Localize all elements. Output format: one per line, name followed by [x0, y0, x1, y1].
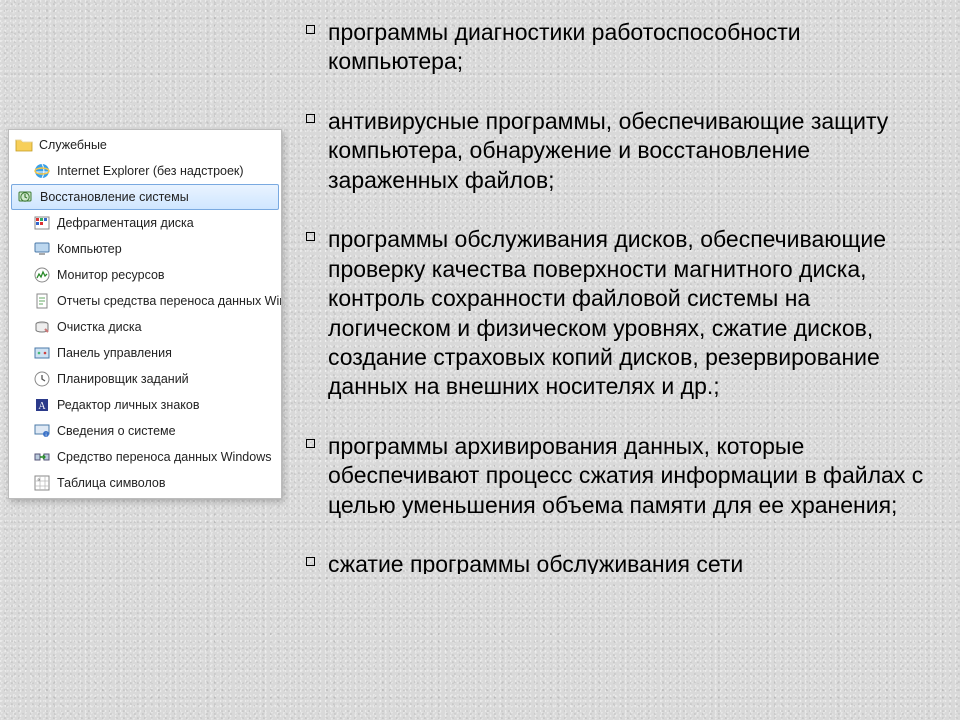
- menu-item-label: Компьютер: [57, 242, 122, 256]
- svg-text:A: A: [38, 401, 46, 412]
- resmon-icon: [33, 266, 51, 284]
- bullet-item: сжатие программы обслуживания сети: [300, 550, 936, 574]
- ie-icon: [33, 162, 51, 180]
- menu-item-restore[interactable]: Восстановление системы: [11, 184, 279, 210]
- menu-item-label: Отчеты средства переноса данных Wind: [57, 294, 281, 308]
- menu-item-label: Сведения о системе: [57, 424, 176, 438]
- restore-icon: [16, 188, 34, 206]
- menu-item-label: Дефрагментация диска: [57, 216, 194, 230]
- menu-item-cpl[interactable]: Панель управления: [9, 340, 281, 366]
- menu-item-label: Панель управления: [57, 346, 172, 360]
- cleanup-icon: [33, 318, 51, 336]
- menu-item-label: Internet Explorer (без надстроек): [57, 164, 244, 178]
- system-tools-menu: Служебные Internet Explorer (без надстро…: [8, 129, 282, 499]
- menu-item-computer[interactable]: Компьютер: [9, 236, 281, 262]
- bullet-text: антивирусные программы, обеспечивающие з…: [328, 108, 888, 193]
- menu-item-ie[interactable]: Internet Explorer (без надстроек): [9, 158, 281, 184]
- bullet-text: программы диагностики работоспособности …: [328, 19, 801, 74]
- control-panel-icon: [33, 344, 51, 362]
- menu-item-charmap[interactable]: a Таблица символов: [9, 470, 281, 496]
- scheduler-icon: [33, 370, 51, 388]
- menu-item-label: Очистка диска: [57, 320, 142, 334]
- menu-item-sysinfo[interactable]: i Сведения о системе: [9, 418, 281, 444]
- bullet-item: программы обслуживания дисков, обеспечив…: [300, 225, 936, 402]
- menu-item-label: Средство переноса данных Windows: [57, 450, 271, 464]
- menu-item-transfer-report[interactable]: Отчеты средства переноса данных Wind: [9, 288, 281, 314]
- menu-item-label: Монитор ресурсов: [57, 268, 165, 282]
- bullet-item: программы диагностики работоспособности …: [300, 18, 936, 77]
- bullet-text: программы обслуживания дисков, обеспечив…: [328, 226, 886, 399]
- transfer-icon: [33, 448, 51, 466]
- menu-item-scheduler[interactable]: Планировщик заданий: [9, 366, 281, 392]
- menu-item-label: Таблица символов: [57, 476, 166, 490]
- sysinfo-icon: i: [33, 422, 51, 440]
- menu-item-label: Восстановление системы: [40, 190, 189, 204]
- menu-item-resmon[interactable]: Монитор ресурсов: [9, 262, 281, 288]
- folder-icon: [15, 136, 33, 154]
- menu-item-eudc[interactable]: A Редактор личных знаков: [9, 392, 281, 418]
- menu-item-label: Редактор личных знаков: [57, 398, 199, 412]
- charmap-icon: a: [33, 474, 51, 492]
- slide-content: программы диагностики работоспособности …: [300, 18, 936, 720]
- menu-folder-label: Служебные: [39, 138, 107, 152]
- svg-text:i: i: [45, 433, 46, 439]
- bullet-item: программы архивирования данных, которые …: [300, 432, 936, 520]
- menu-item-defrag[interactable]: Дефрагментация диска: [9, 210, 281, 236]
- menu-item-cleanup[interactable]: Очистка диска: [9, 314, 281, 340]
- report-icon: [33, 292, 51, 310]
- menu-item-label: Планировщик заданий: [57, 372, 189, 386]
- defrag-icon: [33, 214, 51, 232]
- bullet-text: программы архивирования данных, которые …: [328, 433, 923, 518]
- menu-item-transfer[interactable]: Средство переноса данных Windows: [9, 444, 281, 470]
- menu-folder[interactable]: Служебные: [9, 132, 281, 158]
- bullet-text: сжатие программы обслуживания сети: [328, 551, 743, 574]
- eudc-icon: A: [33, 396, 51, 414]
- computer-icon: [33, 240, 51, 258]
- bullet-item: антивирусные программы, обеспечивающие з…: [300, 107, 936, 195]
